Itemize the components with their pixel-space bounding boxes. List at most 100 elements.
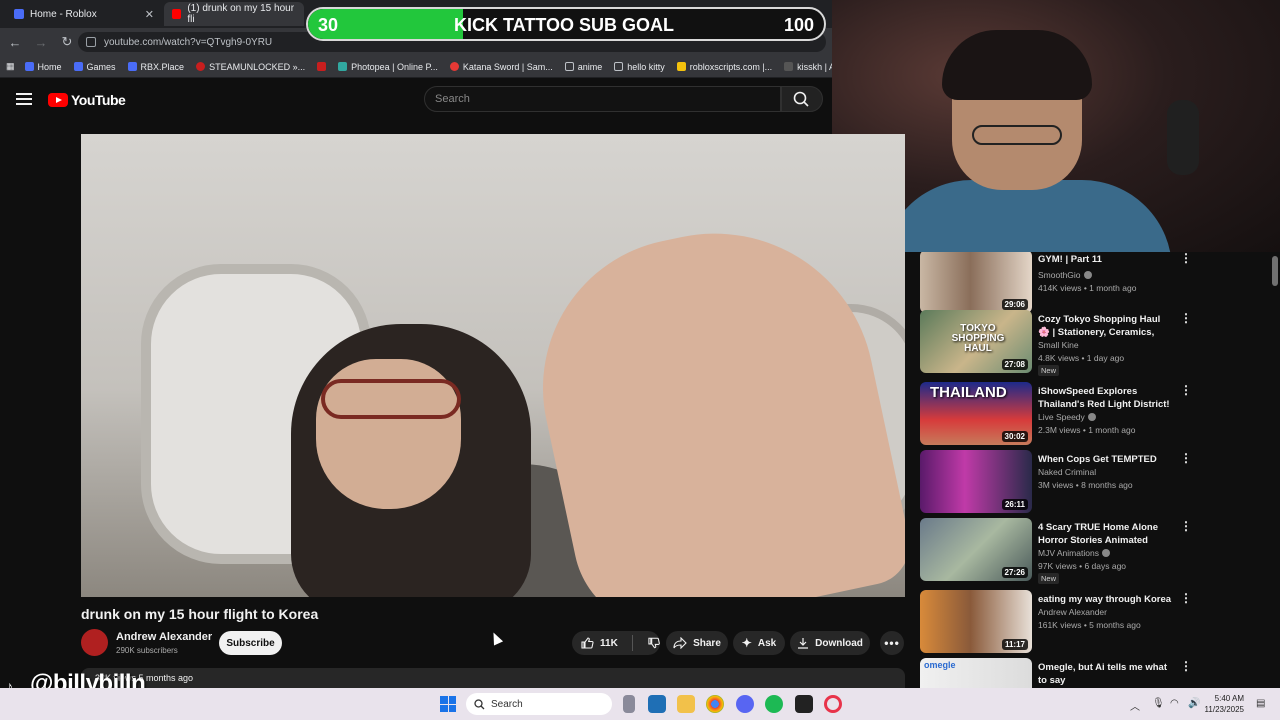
youtube-header: YouTube Search (0, 78, 832, 122)
channel-avatar[interactable] (81, 629, 108, 656)
rec-meta: 97K views • 6 days ago (1038, 561, 1127, 571)
news-app-icon[interactable] (648, 695, 666, 713)
recommendation-item[interactable]: THAILAND 30:02 iShowSpeed Explores Thail… (920, 382, 1192, 446)
video-player[interactable] (81, 134, 905, 597)
tab-youtube[interactable]: (1) drunk on my 15 hour fli (164, 2, 304, 26)
bookmark-folder[interactable]: anime (564, 62, 602, 72)
search-input[interactable]: Search (424, 86, 781, 112)
bookmark-item[interactable]: Photopea | Online P... (338, 62, 438, 72)
volume-icon[interactable]: 🔊 (1188, 698, 1200, 709)
thumbnail-text: TOKYO SHOPPING HAUL (951, 323, 1005, 354)
more-vert-icon[interactable]: ⋮ (1180, 520, 1192, 532)
taskbar-search-input[interactable]: Search (466, 693, 612, 715)
video-thumbnail[interactable]: omegle (920, 658, 1032, 688)
video-thumbnail[interactable]: 27:26 (920, 518, 1032, 581)
video-thumbnail[interactable]: 11:17 (920, 590, 1032, 653)
video-thumbnail[interactable]: THAILAND 30:02 (920, 382, 1032, 445)
recommendation-item[interactable]: 29:06 GYM! | Part 11 SmoothGio 414K view… (920, 252, 1192, 314)
like-button[interactable]: 11K (580, 636, 618, 650)
search-icon (793, 91, 809, 107)
bookmark-label: Katana Sword | Sam... (462, 61, 553, 72)
opera-icon[interactable] (824, 695, 842, 713)
bookmark-item[interactable]: robloxscripts.com |... (676, 62, 772, 72)
spotify-icon[interactable] (765, 695, 783, 713)
ask-button[interactable]: ✦ Ask (733, 631, 785, 655)
mouse-app-icon[interactable] (623, 695, 635, 713)
youtube-logo[interactable]: YouTube (48, 92, 126, 108)
rec-title: 4 Scary TRUE Home Alone Horror Stories A… (1038, 522, 1159, 546)
sub-goal-target: 100 (783, 15, 814, 35)
download-icon (798, 638, 809, 649)
tab-roblox[interactable]: Home - Roblox ✕ (6, 2, 162, 26)
discord-icon[interactable] (736, 695, 754, 713)
notifications-icon[interactable]: ▤ (1256, 698, 1265, 709)
video-thumbnail[interactable]: 26:11 (920, 450, 1032, 513)
subscribe-button[interactable]: Subscribe (219, 631, 282, 655)
reload-icon[interactable]: ↻ (56, 31, 78, 53)
clock-date: 11/23/2025 (1204, 705, 1244, 714)
chrome-icon[interactable] (706, 695, 724, 713)
share-button[interactable]: Share (666, 631, 728, 655)
apps-icon[interactable]: ▦ (6, 61, 15, 72)
more-actions-button[interactable]: ••• (880, 631, 904, 655)
bookmark-item[interactable] (317, 62, 330, 71)
recommendation-item[interactable]: 26:11 When Cops Get TEMPTED Naked Crimin… (920, 450, 1192, 514)
bookmark-label: Photopea | Online P... (351, 61, 438, 72)
download-button[interactable]: Download (790, 631, 870, 655)
more-horizontal-icon: ••• (884, 636, 900, 650)
streamer-hair (942, 30, 1092, 100)
more-vert-icon[interactable]: ⋮ (1180, 592, 1192, 604)
verified-icon (1101, 549, 1110, 557)
menu-icon[interactable] (16, 93, 32, 105)
mouse-cursor-icon (488, 630, 504, 646)
clock[interactable]: 5:40 AM 11/23/2025 (1205, 693, 1244, 715)
back-arrow-icon[interactable]: ← (4, 31, 26, 53)
search-button[interactable] (781, 86, 823, 112)
rec-channel: Andrew Alexander (1038, 607, 1107, 617)
rec-meta: 4.8K views • 1 day ago (1038, 353, 1125, 363)
microphone-icon[interactable]: 🎙 (1152, 698, 1165, 709)
recommendation-item[interactable]: 27:26 4 Scary TRUE Home Alone Horror Sto… (920, 518, 1192, 584)
wifi-icon[interactable]: ◠ (1170, 698, 1179, 709)
forward-arrow-icon[interactable]: → (30, 31, 52, 53)
like-count: 11K (600, 637, 618, 649)
recommendation-item[interactable]: TOKYO SHOPPING HAUL 27:08 Cozy Tokyo Sho… (920, 310, 1192, 376)
channel-name[interactable]: Andrew Alexander (116, 631, 212, 643)
duration-badge: 29:06 (1001, 299, 1028, 310)
more-vert-icon[interactable]: ⋮ (1180, 660, 1192, 672)
rec-meta: 3M views • 8 months ago (1038, 480, 1133, 490)
thumbs-down-icon[interactable] (647, 636, 660, 650)
chevron-up-icon[interactable]: ︿ (1130, 698, 1140, 713)
bookmark-item[interactable]: Games (73, 62, 116, 72)
description-box[interactable]: 33K views 5 months ago (81, 668, 905, 688)
rec-title: When Cops Get TEMPTED (1038, 454, 1157, 465)
windows-start-icon[interactable] (440, 696, 456, 712)
bookmark-folder[interactable]: hello kitty (614, 62, 665, 72)
recommendation-item[interactable]: 11:17 eating my way through Korea Andrew… (920, 590, 1192, 654)
more-vert-icon[interactable]: ⋮ (1180, 312, 1192, 324)
scrollbar-thumb[interactable] (1272, 256, 1278, 286)
steam-icon (196, 62, 206, 71)
bookmark-item[interactable]: Home (24, 62, 62, 72)
duration-badge: 27:08 (1001, 359, 1028, 370)
more-vert-icon[interactable]: ⋮ (1180, 252, 1192, 264)
file-explorer-icon[interactable] (677, 695, 695, 713)
more-vert-icon[interactable]: ⋮ (1180, 452, 1192, 464)
bookmark-label: STEAMUNLOCKED »... (209, 61, 306, 72)
bookmark-item[interactable]: Katana Sword | Sam... (449, 61, 553, 72)
site-info-icon[interactable] (86, 37, 96, 47)
search-icon (474, 698, 485, 709)
bookmark-label: hello kitty (627, 61, 665, 72)
app-icon[interactable] (795, 695, 813, 713)
bookmark-item[interactable]: RBX.Place (127, 62, 184, 72)
bookmark-item[interactable]: STEAMUNLOCKED »... (196, 62, 305, 72)
video-thumbnail[interactable]: TOKYO SHOPPING HAUL 27:08 (920, 310, 1032, 373)
recommendations-list: 29:06 GYM! | Part 11 SmoothGio 414K view… (920, 252, 1200, 688)
video-title: drunk on my 15 hour flight to Korea (81, 606, 319, 622)
close-tab-icon[interactable]: ✕ (145, 8, 154, 21)
recommendation-item[interactable]: omegle Omegle, but Ai tells me what to s… (920, 658, 1192, 688)
scrollbar[interactable] (1270, 252, 1280, 688)
video-thumbnail[interactable]: 29:06 (920, 252, 1032, 313)
video-hand (515, 203, 905, 597)
more-vert-icon[interactable]: ⋮ (1180, 384, 1192, 396)
